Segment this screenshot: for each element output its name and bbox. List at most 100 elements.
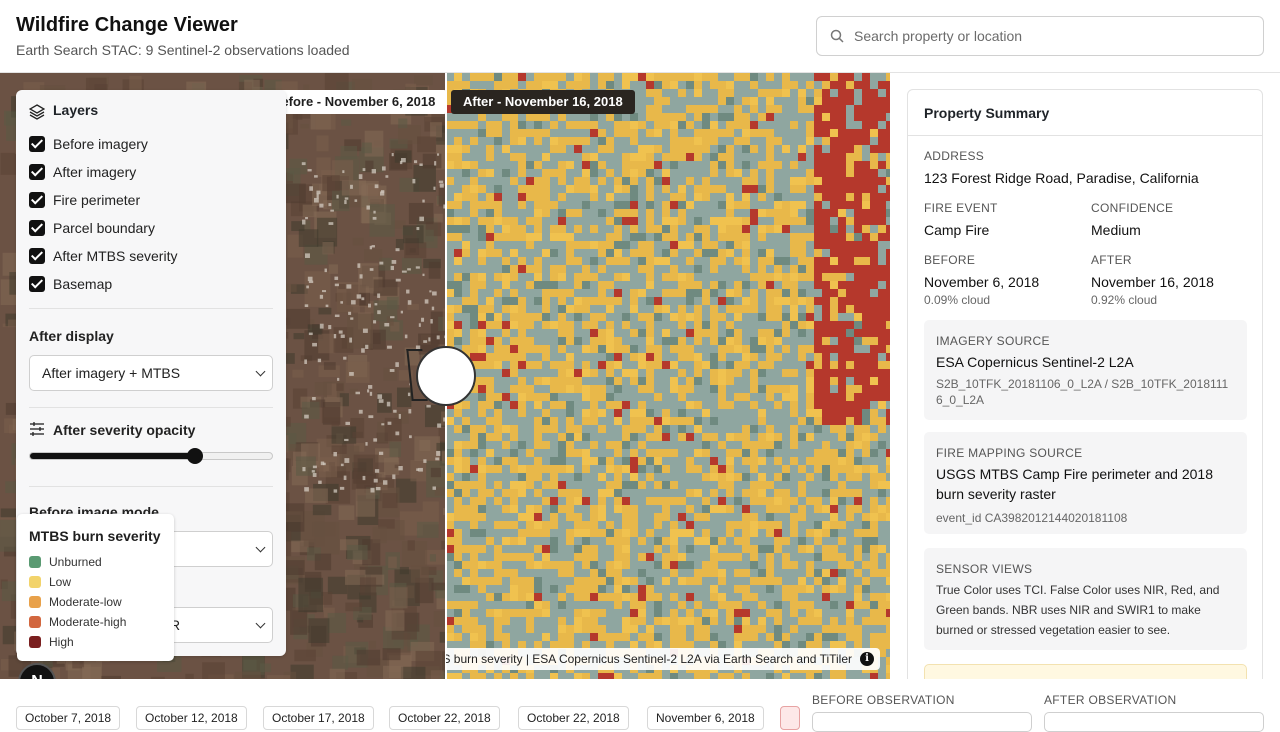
layer-toggle-fire-perimeter[interactable]: Fire perimeter xyxy=(29,190,140,210)
legend-item: Moderate-low xyxy=(29,595,122,609)
search-icon xyxy=(830,29,844,43)
after-date-tag: After - November 16, 2018 xyxy=(451,90,635,114)
after-observation-select[interactable] xyxy=(1044,712,1264,732)
checkbox[interactable] xyxy=(29,164,45,180)
imagery-source-value: ESA Copernicus Sentinel-2 L2A xyxy=(936,354,1134,370)
opacity-label: After severity opacity xyxy=(53,422,195,438)
checkbox[interactable] xyxy=(29,248,45,264)
info-icon[interactable]: i xyxy=(860,652,874,666)
layer-toggle-after-imagery[interactable]: After imagery xyxy=(29,162,136,182)
date-chip[interactable]: October 22, 2018 xyxy=(389,706,500,730)
legend-title: MTBS burn severity xyxy=(29,528,160,544)
divider xyxy=(29,486,273,487)
legend-item: Unburned xyxy=(29,555,102,569)
map-attribution: S burn severity | ESA Copernicus Sentine… xyxy=(446,648,880,670)
legend-swatch xyxy=(29,636,41,648)
layer-toggle-parcel-boundary[interactable]: Parcel boundary xyxy=(29,218,155,238)
burn-severity-legend: MTBS burn severity Unburned Low Moderate… xyxy=(17,514,174,661)
legend-swatch xyxy=(29,616,41,628)
fire-event-chip[interactable] xyxy=(780,706,800,730)
before-date: November 6, 2018 xyxy=(924,274,1039,290)
sensor-views-line: True Color uses TCI. False Color uses NI… xyxy=(936,580,1236,600)
app-title: Wildfire Change Viewer xyxy=(16,14,238,37)
before-label: BEFORE xyxy=(924,253,975,267)
date-chip[interactable]: October 17, 2018 xyxy=(263,706,374,730)
before-observation-select[interactable] xyxy=(812,712,1032,732)
property-summary-panel: Property Summary ADDRESS 123 Forest Ridg… xyxy=(907,89,1263,689)
after-cloud: 0.92% cloud xyxy=(1091,293,1157,307)
swipe-handle[interactable] xyxy=(416,346,476,406)
fire-mapping-source-card: FIRE MAPPING SOURCE USGS MTBS Camp Fire … xyxy=(924,432,1247,534)
opacity-slider-track[interactable] xyxy=(29,452,273,460)
confidence-value: Medium xyxy=(1091,222,1141,238)
fire-event-value: Camp Fire xyxy=(924,222,989,238)
legend-swatch xyxy=(29,556,41,568)
imagery-source-label: IMAGERY SOURCE xyxy=(936,334,1050,348)
date-chip[interactable]: October 22, 2018 xyxy=(518,706,629,730)
before-date-tag: Before - November 6, 2018 xyxy=(260,90,447,114)
search-input[interactable] xyxy=(854,28,1234,44)
divider xyxy=(29,308,273,309)
layer-toggle-before-imagery[interactable]: Before imagery xyxy=(29,134,148,154)
legend-label: Low xyxy=(49,575,71,589)
legend-label: Moderate-low xyxy=(49,595,122,609)
summary-title: Property Summary xyxy=(924,105,1049,121)
imagery-ids-line: 6_0_L2A xyxy=(936,392,984,408)
after-display-label: After display xyxy=(29,328,114,344)
fire-mapping-label: FIRE MAPPING SOURCE xyxy=(936,446,1082,460)
layer-label: Fire perimeter xyxy=(53,192,140,208)
checkbox[interactable] xyxy=(29,136,45,152)
app-header: Wildfire Change Viewer Earth Search STAC… xyxy=(0,0,1280,73)
layers-icon xyxy=(29,104,45,120)
opacity-slider-thumb[interactable] xyxy=(187,448,203,464)
before-cloud: 0.09% cloud xyxy=(924,293,990,307)
layer-toggle-after-mtbs-severity[interactable]: After MTBS severity xyxy=(29,246,177,266)
fire-event-label: FIRE EVENT xyxy=(924,201,998,215)
chevron-down-icon xyxy=(256,543,266,553)
observation-timeline: October 7, 2018 October 12, 2018 October… xyxy=(0,679,1280,720)
after-display-value: After imagery + MTBS xyxy=(42,365,180,381)
legend-item: High xyxy=(29,635,74,649)
opacity-slider-fill xyxy=(30,453,195,459)
confidence-label: CONFIDENCE xyxy=(1091,201,1173,215)
attribution-text: S burn severity | ESA Copernicus Sentine… xyxy=(446,648,852,670)
date-chip[interactable]: October 7, 2018 xyxy=(16,706,120,730)
legend-label: High xyxy=(49,635,74,649)
layer-toggle-basemap[interactable]: Basemap xyxy=(29,274,112,294)
checkbox[interactable] xyxy=(29,276,45,292)
legend-label: Moderate-high xyxy=(49,615,126,629)
divider xyxy=(908,135,1263,136)
after-date: November 16, 2018 xyxy=(1091,274,1214,290)
layers-title: Layers xyxy=(53,102,98,118)
layer-label: After imagery xyxy=(53,164,136,180)
chevron-down-icon xyxy=(256,367,266,377)
imagery-source-card: IMAGERY SOURCE ESA Copernicus Sentinel-2… xyxy=(924,320,1247,420)
checkbox[interactable] xyxy=(29,192,45,208)
legend-swatch xyxy=(29,596,41,608)
search-box[interactable] xyxy=(816,16,1264,56)
layer-label: Parcel boundary xyxy=(53,220,155,236)
fire-mapping-line: burn severity raster xyxy=(936,486,1056,502)
after-observation-label: AFTER OBSERVATION xyxy=(1044,693,1176,707)
checkbox[interactable] xyxy=(29,220,45,236)
app-subtitle: Earth Search STAC: 9 Sentinel-2 observat… xyxy=(16,42,350,58)
layer-label: After MTBS severity xyxy=(53,248,177,264)
after-display-select[interactable]: After imagery + MTBS xyxy=(29,355,273,391)
legend-item: Moderate-high xyxy=(29,615,126,629)
legend-label: Unburned xyxy=(49,555,102,569)
date-chip[interactable]: October 12, 2018 xyxy=(136,706,247,730)
layer-label: Basemap xyxy=(53,276,112,292)
event-id: event_id CA3982012144020181108 xyxy=(936,510,1127,526)
address-value: 123 Forest Ridge Road, Paradise, Califor… xyxy=(924,170,1199,186)
divider xyxy=(29,407,273,408)
legend-item: Low xyxy=(29,575,71,589)
sensor-views-line: burned or stressed vegetation easier to … xyxy=(936,620,1236,640)
sensor-views-card: SENSOR VIEWS True Color uses TCI. False … xyxy=(924,548,1247,650)
legend-swatch xyxy=(29,576,41,588)
before-observation-label: BEFORE OBSERVATION xyxy=(812,693,955,707)
after-label: AFTER xyxy=(1091,253,1132,267)
layer-label: Before imagery xyxy=(53,136,148,152)
imagery-ids-line: S2B_10TFK_20181106_0_L2A / S2B_10TFK_201… xyxy=(936,376,1228,392)
date-chip[interactable]: November 6, 2018 xyxy=(647,706,764,730)
sensor-views-label: SENSOR VIEWS xyxy=(936,562,1032,576)
